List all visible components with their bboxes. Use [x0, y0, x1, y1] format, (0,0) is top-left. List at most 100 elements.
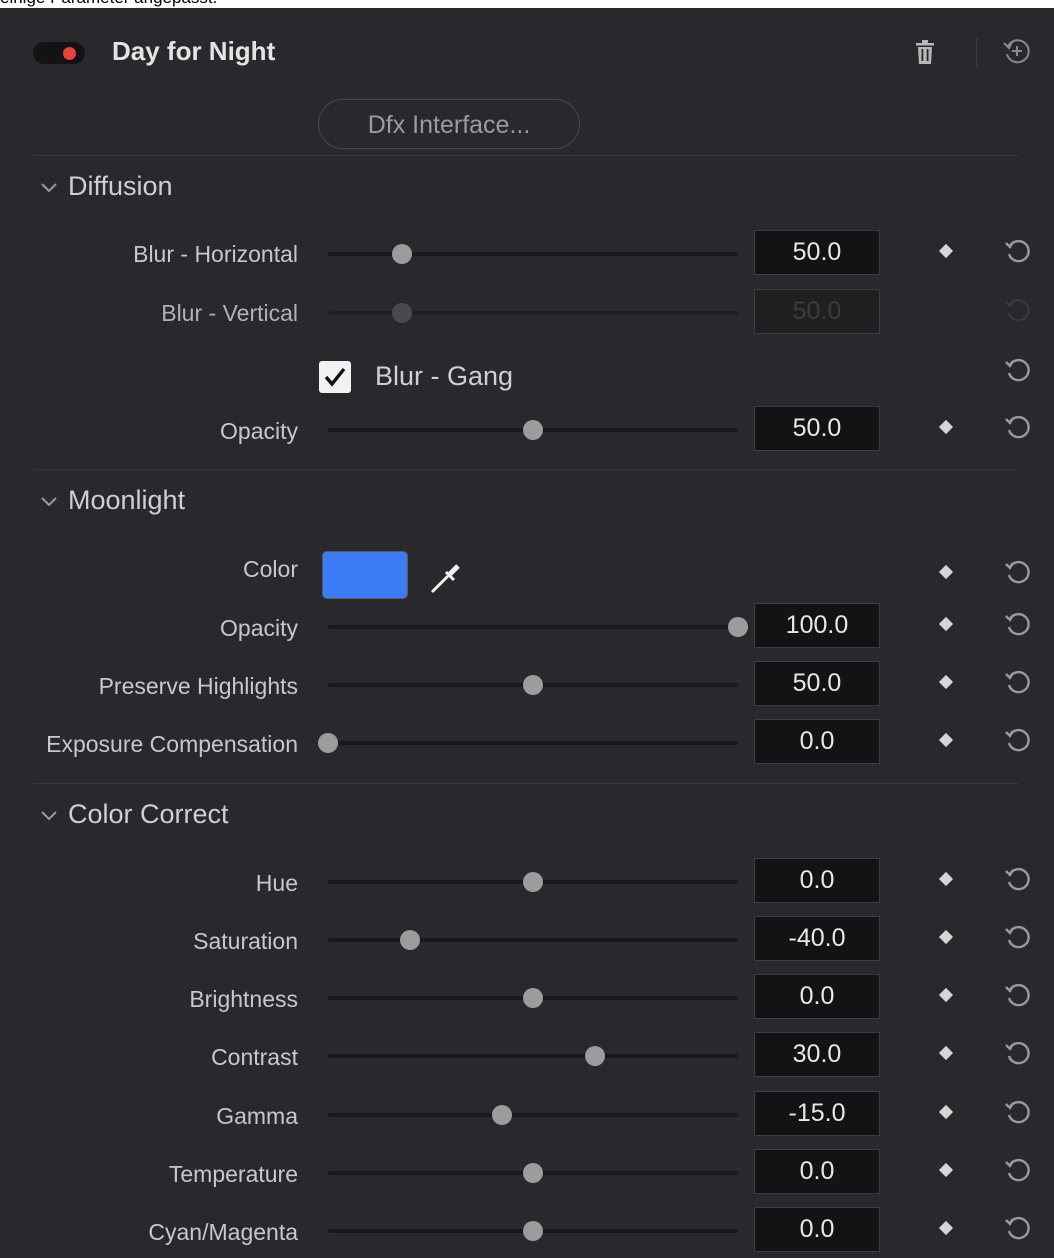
effect-panel: Day for Night Dfx Interface... Diffusion… — [0, 8, 1054, 1258]
blur-vertical-value: 50.0 — [754, 289, 880, 334]
reset-icon — [1005, 298, 1030, 322]
reset-icon[interactable] — [1003, 558, 1031, 586]
param-label: Preserve Highlights — [98, 673, 298, 699]
moonlight-opacity-slider[interactable] — [328, 617, 748, 637]
preserve-highlights-value[interactable]: 50.0 — [754, 661, 880, 706]
keyframe-diamond-icon[interactable] — [938, 987, 954, 1003]
preserve-highlights-slider[interactable] — [328, 675, 738, 695]
chevron-down-icon — [41, 810, 57, 820]
checkmark-icon — [324, 367, 346, 387]
keyframe-diamond-icon[interactable] — [938, 1162, 954, 1178]
param-label: Saturation — [193, 928, 298, 954]
section-title: Color Correct — [68, 799, 229, 829]
keyframe-diamond-icon[interactable] — [938, 674, 954, 690]
contrast-value[interactable]: 30.0 — [754, 1032, 880, 1077]
keyframe-diamond-icon[interactable] — [938, 419, 954, 435]
enabled-indicator — [63, 47, 76, 60]
moonlight-color-swatch[interactable] — [322, 551, 408, 599]
blur-horizontal-value[interactable]: 50.0 — [754, 230, 880, 275]
eyedropper-icon[interactable] — [428, 560, 464, 596]
slider-thumb[interactable] — [400, 930, 420, 950]
exposure-compensation-value[interactable]: 0.0 — [754, 719, 880, 764]
hue-value[interactable]: 0.0 — [754, 858, 880, 903]
reset-icon[interactable] — [1003, 1156, 1031, 1184]
reset-icon[interactable] — [1003, 413, 1031, 441]
saturation-value[interactable]: -40.0 — [754, 916, 880, 961]
slider-thumb[interactable] — [391, 244, 412, 264]
param-label: Cyan/Magenta — [148, 1219, 298, 1245]
slider-thumb[interactable] — [523, 872, 543, 892]
reset-icon[interactable] — [1003, 1214, 1031, 1242]
param-label: Blur - Horizontal — [133, 241, 298, 267]
brightness-slider[interactable] — [328, 988, 738, 1008]
slider-thumb[interactable] — [318, 733, 338, 753]
reset-icon[interactable] — [1003, 923, 1031, 951]
keyframe-diamond-icon[interactable] — [938, 1104, 954, 1120]
dfx-interface-button[interactable]: Dfx Interface... — [318, 99, 580, 149]
brightness-value[interactable]: 0.0 — [754, 974, 880, 1019]
param-label: Hue — [255, 870, 298, 896]
exposure-compensation-slider[interactable] — [318, 733, 738, 753]
reset-all-icon[interactable] — [1002, 36, 1032, 66]
param-label: Color — [243, 556, 298, 582]
diffusion-opacity-value[interactable]: 50.0 — [754, 406, 880, 451]
temperature-slider[interactable] — [328, 1163, 738, 1183]
cyan-magenta-value[interactable]: 0.0 — [754, 1207, 880, 1252]
param-label: Opacity — [220, 615, 298, 641]
trash-icon[interactable] — [912, 39, 938, 65]
blur-gang-checkbox[interactable] — [319, 361, 351, 393]
keyframe-diamond-icon[interactable] — [938, 1045, 954, 1061]
slider-thumb — [391, 303, 412, 323]
hue-slider[interactable] — [328, 872, 738, 892]
slider-thumb[interactable] — [492, 1105, 513, 1125]
section-color-correct-header[interactable]: Color Correct — [40, 799, 229, 835]
section-diffusion-header[interactable]: Diffusion — [40, 171, 173, 207]
gamma-slider[interactable] — [328, 1105, 738, 1125]
effect-title: Day for Night — [112, 36, 276, 66]
saturation-slider[interactable] — [328, 930, 738, 950]
section-divider — [33, 469, 1018, 470]
reset-icon[interactable] — [1003, 668, 1031, 696]
slider-thumb[interactable] — [728, 617, 748, 637]
reset-icon[interactable] — [1003, 865, 1031, 893]
cyan-magenta-slider[interactable] — [328, 1221, 738, 1241]
param-label: Exposure Compensation — [46, 731, 298, 757]
caption-text: einige Parameter angepasst. — [0, 0, 217, 8]
blur-horizontal-slider[interactable] — [328, 244, 738, 264]
reset-icon[interactable] — [1003, 1098, 1031, 1126]
slider-thumb[interactable] — [584, 1046, 605, 1066]
reset-icon[interactable] — [1003, 726, 1031, 754]
param-label: Blur - Vertical — [161, 300, 298, 326]
effect-enable-toggle[interactable] — [33, 42, 85, 64]
slider-thumb[interactable] — [523, 675, 543, 695]
reset-icon[interactable] — [1003, 356, 1031, 384]
keyframe-diamond-icon[interactable] — [938, 871, 954, 887]
reset-icon[interactable] — [1003, 1039, 1031, 1067]
reset-icon[interactable] — [1003, 237, 1031, 265]
keyframe-diamond-icon[interactable] — [938, 243, 954, 259]
blur-vertical-slider — [328, 303, 738, 323]
contrast-slider[interactable] — [328, 1046, 738, 1066]
header-divider — [976, 38, 977, 68]
slider-thumb[interactable] — [523, 1163, 543, 1183]
gamma-value[interactable]: -15.0 — [754, 1091, 880, 1136]
moonlight-opacity-value[interactable]: 100.0 — [754, 603, 880, 648]
section-title: Moonlight — [68, 485, 186, 515]
reset-icon[interactable] — [1003, 981, 1031, 1009]
diffusion-opacity-slider[interactable] — [328, 420, 738, 440]
keyframe-diamond-icon[interactable] — [938, 564, 954, 580]
caption-strip: einige Parameter angepasst. — [0, 0, 1054, 8]
keyframe-diamond-icon[interactable] — [938, 929, 954, 945]
keyframe-diamond-icon[interactable] — [938, 616, 954, 632]
param-label: Brightness — [189, 986, 298, 1012]
temperature-value[interactable]: 0.0 — [754, 1149, 880, 1194]
param-label: Gamma — [216, 1103, 298, 1129]
keyframe-diamond-icon[interactable] — [938, 1220, 954, 1236]
section-moonlight-header[interactable]: Moonlight — [40, 485, 185, 521]
keyframe-diamond-icon[interactable] — [938, 732, 954, 748]
reset-icon[interactable] — [1003, 610, 1031, 638]
slider-thumb[interactable] — [523, 988, 543, 1008]
slider-thumb[interactable] — [523, 1221, 543, 1241]
param-label: Opacity — [220, 418, 298, 444]
slider-thumb[interactable] — [523, 420, 543, 440]
